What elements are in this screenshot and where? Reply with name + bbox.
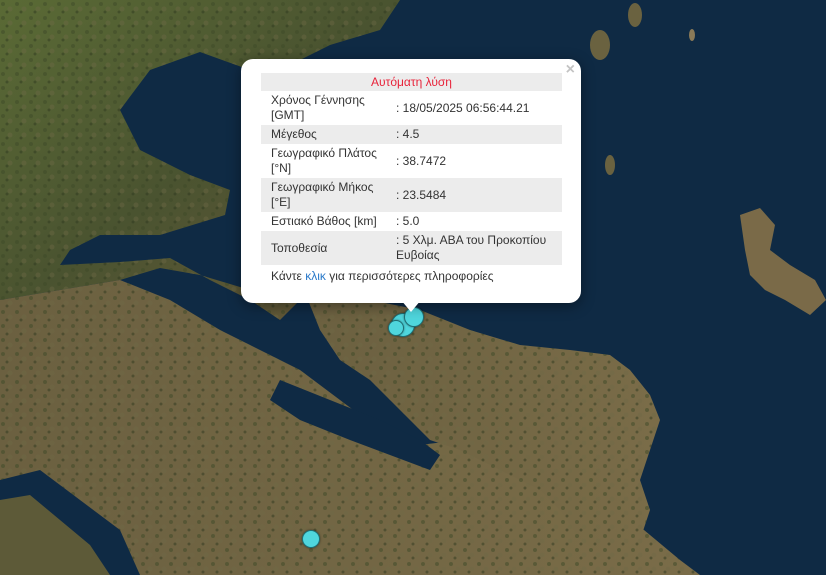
more-suffix: για περισσότερες πληροφορίες [325, 269, 494, 283]
table-row: Εστιακό Βάθος [km] : 5.0 [261, 212, 562, 231]
more-info-line: Κάντε κλικ για περισσότερες πληροφορίες [261, 265, 562, 283]
table-row: Τοποθεσία : 5 Χλμ. ΑΒΑ του Προκοπίου Ευβ… [261, 231, 562, 265]
row-value: : 4.5 [388, 125, 562, 144]
popup-tip [401, 300, 421, 312]
row-key: Χρόνος Γέννησης [GMT] [271, 93, 365, 122]
row-value: : 23.5484 [388, 178, 562, 212]
earthquake-marker[interactable] [302, 530, 320, 548]
table-row: Γεωγραφικό Πλάτος [°N] : 38.7472 [261, 144, 562, 178]
table-row: Μέγεθος : 4.5 [261, 125, 562, 144]
row-value: : 5 Χλμ. ΑΒΑ του Προκοπίου Ευβοίας [388, 231, 562, 265]
row-key: Τοποθεσία [261, 231, 388, 265]
popup-body: Αυτόματη λύση Χρόνος Γέννησης [GMT] : 18… [261, 73, 562, 283]
row-key: Μέγεθος [261, 125, 388, 144]
more-info-link[interactable]: κλικ [305, 269, 326, 283]
table-row: Γεωγραφικό Μήκος [°E] : 23.5484 [261, 178, 562, 212]
popup-header: Αυτόματη λύση [261, 73, 562, 91]
island-3 [689, 29, 695, 41]
row-value: : 18/05/2025 06:56:44.21 [396, 100, 530, 115]
row-key: Γεωγραφικό Μήκος [°E] [261, 178, 388, 212]
table-row: Χρόνος Γέννησης [GMT] : 18/05/2025 06:56… [261, 91, 562, 125]
island-1 [590, 30, 610, 60]
island-4 [605, 155, 615, 175]
close-icon[interactable]: × [566, 61, 575, 79]
row-key: Εστιακό Βάθος [km] [271, 214, 377, 228]
info-table: Χρόνος Γέννησης [GMT] : 18/05/2025 06:56… [261, 91, 562, 265]
row-key: Γεωγραφικό Πλάτος [°N] [271, 146, 377, 175]
earthquake-marker[interactable] [388, 320, 404, 336]
row-value: : 38.7472 [396, 153, 447, 168]
earthquake-popup: × Αυτόματη λύση Χρόνος Γέννησης [GMT] : … [241, 59, 581, 303]
row-value: : 5.0 [396, 214, 420, 228]
island-2 [628, 3, 642, 27]
more-prefix: Κάντε [271, 269, 306, 283]
